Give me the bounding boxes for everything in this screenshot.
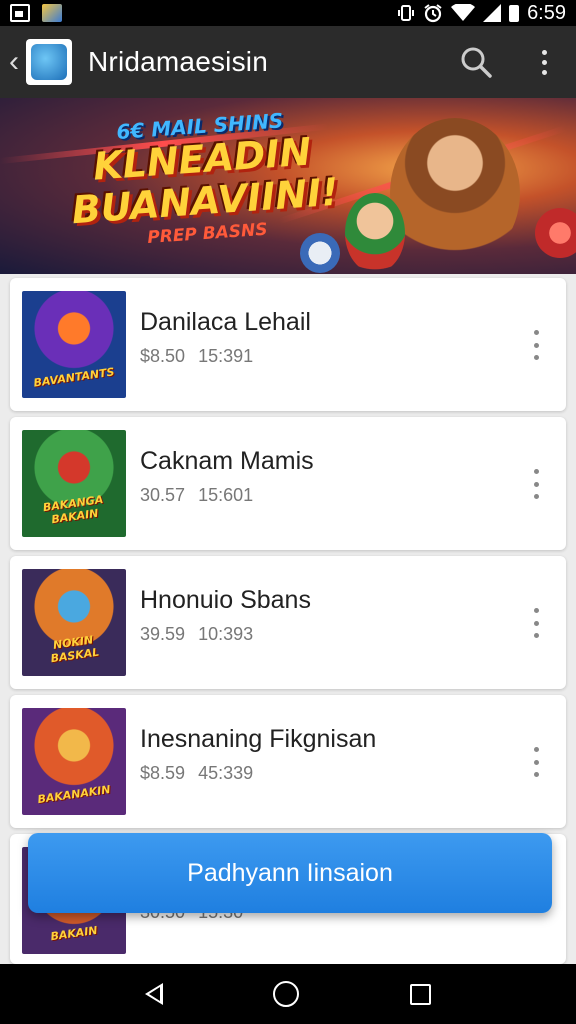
more-vertical-icon[interactable]	[528, 608, 544, 638]
thumbnail-label: BAKANAKIN	[36, 782, 112, 807]
app-bar: ‹ Nridamaesisin	[0, 26, 576, 98]
app-logo	[26, 39, 72, 85]
recents-square-icon[interactable]	[409, 983, 431, 1005]
kid-character-image	[345, 193, 405, 273]
thumbnail-label: BAVANTANTS	[32, 365, 116, 390]
search-icon[interactable]	[458, 44, 494, 80]
item-meta: 39.59 10:393	[140, 624, 253, 645]
primary-action-button[interactable]: Padhyann Iinsaion	[28, 833, 552, 913]
list-item[interactable]: NOKIN BASKAL Hnonuio Sbans 39.59 10:393	[10, 556, 566, 689]
item-price: $8.50	[140, 346, 186, 366]
item-price: $8.59	[140, 763, 186, 783]
thumbnail-label: BAKANGA BAKAIN	[42, 492, 105, 527]
item-meta: $8.59 45:339	[140, 763, 253, 784]
item-time: 15:601	[198, 485, 254, 505]
wifi-icon	[451, 4, 476, 21]
status-bar: 6:59	[0, 0, 576, 26]
item-meta: $8.50 15:391	[140, 346, 253, 367]
system-nav-bar	[0, 964, 576, 1024]
item-meta: 30.57 15:601	[140, 485, 253, 506]
ball-image	[300, 233, 340, 273]
game-thumbnail: NOKIN BASKAL	[22, 569, 126, 676]
game-thumbnail: BAKANGA BAKAIN	[22, 430, 126, 537]
image-notification-icon	[10, 4, 30, 22]
battery-icon	[509, 4, 520, 22]
item-title: Danilaca Lehail	[140, 308, 311, 336]
vibrate-icon	[398, 5, 415, 21]
status-time: 6:59	[527, 1, 566, 24]
signal-icon	[483, 4, 502, 22]
app-notification-icon	[42, 4, 62, 22]
list-item[interactable]: BAVANTANTS Danilaca Lehail $8.50 15:391	[10, 278, 566, 411]
item-time: 45:339	[198, 763, 254, 783]
more-vertical-icon[interactable]	[530, 44, 558, 80]
item-title: Caknam Mamis	[140, 447, 314, 475]
list-item[interactable]: BAKANAKIN Inesnaning Fikgnisan $8.59 45:…	[10, 695, 566, 828]
item-time: 10:393	[198, 624, 254, 644]
back-triangle-icon[interactable]	[145, 983, 164, 1005]
promo-banner[interactable]: 6€ MAIL SHINS KLNEADIN BUANAVIINI! PREP …	[0, 98, 576, 274]
game-thumbnail: BAVANTANTS	[22, 291, 126, 398]
banner-headline: 6€ MAIL SHINS KLNEADIN BUANAVIINI! PREP …	[66, 105, 342, 253]
chevron-left-icon[interactable]: ‹	[2, 26, 26, 98]
thumbnail-label: BAKAIN	[49, 923, 99, 944]
item-price: 30.57	[140, 485, 186, 505]
list-item[interactable]: BAKANGA BAKAIN Caknam Mamis 30.57 15:601	[10, 417, 566, 550]
more-vertical-icon[interactable]	[528, 469, 544, 499]
thumbnail-label: NOKIN BASKAL	[49, 633, 101, 666]
home-circle-icon[interactable]	[273, 981, 300, 1007]
item-price: 39.59	[140, 624, 186, 644]
item-title: Inesnaning Fikgnisan	[140, 725, 377, 753]
game-thumbnail: BAKANAKIN	[22, 708, 126, 815]
item-time: 15:391	[198, 346, 254, 366]
hero-character-image	[390, 118, 520, 268]
more-vertical-icon[interactable]	[528, 330, 544, 360]
more-vertical-icon[interactable]	[528, 747, 544, 777]
alarm-icon	[424, 4, 442, 23]
ball-image	[535, 208, 576, 258]
app-title: Nridamaesisin	[88, 46, 268, 77]
item-title: Hnonuio Sbans	[140, 586, 311, 614]
